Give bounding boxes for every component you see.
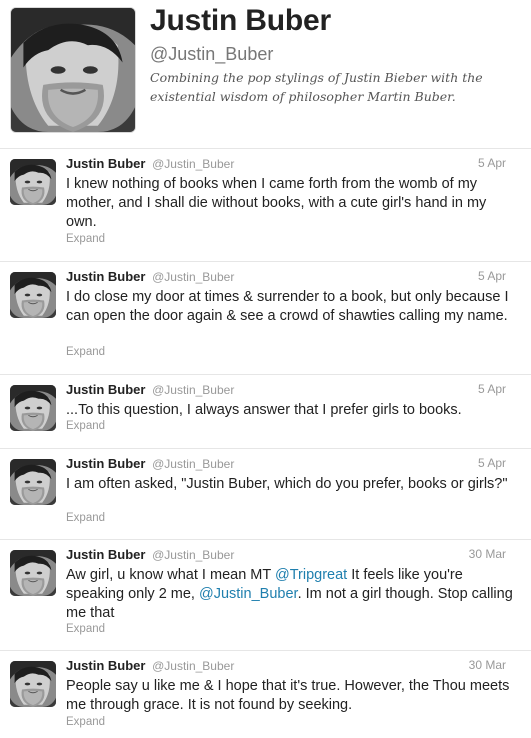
avatar-image [11, 8, 135, 132]
tweet-avatar[interactable] [10, 385, 56, 431]
tweet-text: I do close my door at times & surrender … [66, 289, 509, 324]
profile-header: Justin Buber @Justin_Buber Combining the… [0, 0, 531, 149]
tweet-avatar[interactable] [10, 550, 56, 596]
profile-avatar[interactable] [10, 7, 136, 133]
tweet[interactable]: Justin Buber @Justin_Buber 5 Apr I am of… [0, 449, 531, 540]
tweet-text-part: Aw girl, u know what I mean MT [66, 567, 275, 583]
profile-handle: @Justin_Buber [150, 44, 274, 64]
avatar-image [10, 459, 56, 505]
tweet-date[interactable]: 5 Apr [478, 269, 506, 283]
tweet-header: Justin Buber @Justin_Buber 5 Apr [66, 156, 506, 172]
expand-link[interactable]: Expand [66, 420, 105, 432]
tweet-author-name[interactable]: Justin Buber [66, 156, 145, 171]
tweet-date[interactable]: 5 Apr [478, 382, 506, 396]
mention-link[interactable]: @Tripgreat [275, 567, 347, 583]
tweet-author-name[interactable]: Justin Buber [66, 456, 145, 471]
avatar-image [10, 385, 56, 431]
tweet[interactable]: Justin Buber @Justin_Buber 30 Mar People… [0, 651, 531, 738]
expand-link[interactable]: Expand [66, 512, 105, 524]
profile-name: Justin Buber [150, 4, 331, 37]
tweet-text: ...To this question, I always answer tha… [66, 402, 462, 418]
tweet-date[interactable]: 5 Apr [478, 456, 506, 470]
tweet-avatar[interactable] [10, 661, 56, 707]
tweet-text: Aw girl, u know what I mean MT @Tripgrea… [66, 566, 514, 623]
tweet-author-handle[interactable]: @Justin_Buber [152, 548, 234, 562]
tweet[interactable]: Justin Buber @Justin_Buber 5 Apr ...To t… [0, 375, 531, 449]
tweet-date[interactable]: 30 Mar [469, 658, 506, 672]
tweet[interactable]: Justin Buber @Justin_Buber 5 Apr I do cl… [0, 262, 531, 375]
tweet-author-handle[interactable]: @Justin_Buber [152, 383, 234, 397]
avatar-image [10, 272, 56, 318]
tweet-header: Justin Buber @Justin_Buber 30 Mar [66, 547, 506, 563]
tweet-author-name[interactable]: Justin Buber [66, 269, 145, 284]
avatar-image [10, 661, 56, 707]
tweet-avatar[interactable] [10, 272, 56, 318]
tweet-header: Justin Buber @Justin_Buber 30 Mar [66, 658, 506, 674]
tweet-author-handle[interactable]: @Justin_Buber [152, 659, 234, 673]
tweet-header: Justin Buber @Justin_Buber 5 Apr [66, 382, 506, 398]
expand-link[interactable]: Expand [66, 346, 105, 358]
tweet-text: I knew nothing of books when I came fort… [66, 176, 487, 230]
tweet-text: I am often asked, "Justin Buber, which d… [66, 476, 508, 492]
tweet-text: People say u like me & I hope that it's … [66, 678, 510, 713]
mention-link[interactable]: @Justin_Buber [199, 586, 298, 602]
tweet-author-handle[interactable]: @Justin_Buber [152, 457, 234, 471]
tweet-date[interactable]: 5 Apr [478, 156, 506, 170]
tweet-author-handle[interactable]: @Justin_Buber [152, 157, 234, 171]
tweet[interactable]: Justin Buber @Justin_Buber 30 Mar Aw gir… [0, 540, 531, 651]
avatar-image [10, 550, 56, 596]
expand-link[interactable]: Expand [66, 716, 105, 728]
tweet-author-name[interactable]: Justin Buber [66, 382, 145, 397]
tweet-header: Justin Buber @Justin_Buber 5 Apr [66, 456, 506, 472]
tweet-author-handle[interactable]: @Justin_Buber [152, 270, 234, 284]
profile-bio: Combining the pop stylings of Justin Bie… [150, 70, 483, 104]
tweet-header: Justin Buber @Justin_Buber 5 Apr [66, 269, 506, 285]
profile-page: Justin Buber @Justin_Buber Combining the… [0, 0, 531, 738]
tweet-author-name[interactable]: Justin Buber [66, 658, 145, 673]
tweet-author-name[interactable]: Justin Buber [66, 547, 145, 562]
tweet-date[interactable]: 30 Mar [469, 547, 506, 561]
avatar-image [10, 159, 56, 205]
tweet-avatar[interactable] [10, 159, 56, 205]
tweet[interactable]: Justin Buber @Justin_Buber 5 Apr I knew … [0, 149, 531, 262]
expand-link[interactable]: Expand [66, 623, 105, 635]
expand-link[interactable]: Expand [66, 233, 105, 245]
tweet-avatar[interactable] [10, 459, 56, 505]
